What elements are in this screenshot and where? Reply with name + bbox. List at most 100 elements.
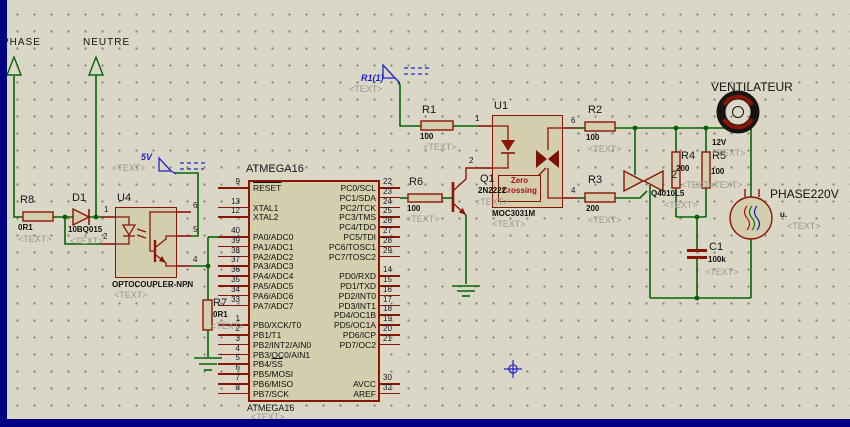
- net-label-r1-1[interactable]: R1(1): [361, 74, 384, 83]
- ref-r4[interactable]: R4: [681, 151, 695, 162]
- ref-q1[interactable]: Q1: [480, 174, 495, 185]
- atmega-pin-number-18: 18: [383, 304, 392, 314]
- text-placeholder-r6: <TEXT>: [406, 214, 440, 224]
- phase-terminal-label[interactable]: PHASE: [2, 38, 41, 48]
- text-placeholder-r8: <TEXT>: [18, 234, 52, 244]
- alternator-title[interactable]: PHASE220V: [770, 188, 839, 200]
- atmega-pin-number-22: 22: [383, 177, 392, 186]
- value-r8[interactable]: 0R1: [18, 224, 33, 232]
- value-u4[interactable]: OPTOCOUPLER-NPN: [112, 281, 193, 289]
- value-u1[interactable]: MOC3031M: [492, 210, 535, 218]
- atmega-pin-number-3: 3: [235, 333, 240, 343]
- origin-marker-icon: [504, 360, 522, 378]
- atmega-pin-number-16: 16: [383, 284, 392, 294]
- ref-r8[interactable]: R8: [20, 195, 34, 206]
- value-r1[interactable]: 100: [420, 133, 433, 141]
- capacitor-c1[interactable]: [687, 249, 707, 259]
- ref-c1[interactable]: C1: [709, 242, 723, 253]
- ref-r7[interactable]: R7: [213, 298, 227, 309]
- ref-r1[interactable]: R1: [422, 105, 436, 116]
- value-r2[interactable]: 100: [586, 134, 599, 142]
- atmega-pin-number-12: 12: [231, 206, 240, 216]
- text-placeholder-alt: <TEXT>: [787, 221, 821, 231]
- atmega-pin-number-35: 35: [231, 275, 240, 284]
- value-q1[interactable]: 2N2222: [478, 187, 506, 195]
- motor-symbol[interactable]: [716, 90, 760, 134]
- u1-pin-4: 4: [571, 186, 576, 195]
- text-placeholder-motor: <TEXT>: [712, 148, 746, 158]
- atmega-pin-number-34: 34: [231, 284, 240, 294]
- value-u2[interactable]: Q4010L5: [651, 190, 684, 198]
- text-placeholder-5v: <TEXT>: [112, 163, 146, 173]
- atmega-pin-number-29: 29: [383, 245, 392, 255]
- ref-r2[interactable]: R2: [588, 105, 602, 116]
- atmega-pin-number-14: 14: [383, 265, 392, 275]
- atmega-pin-number-17: 17: [383, 294, 392, 304]
- ref-d1[interactable]: D1: [72, 193, 86, 204]
- ref-r3[interactable]: R3: [588, 175, 602, 186]
- diode-d1[interactable]: [72, 207, 91, 227]
- value-r7[interactable]: 0R1: [213, 311, 228, 319]
- u4-pin-4: 4: [193, 255, 198, 264]
- atmega-pin-label-14: PD0/RXD: [339, 271, 376, 282]
- atmega-title[interactable]: ATMEGA16: [246, 164, 304, 175]
- u4-pin-1: 1: [104, 205, 109, 214]
- atmega-pin-number-13: 13: [231, 196, 240, 206]
- atmega-pin-label-15: PD1/TXD: [340, 281, 376, 291]
- transistor-q1[interactable]: [451, 167, 478, 216]
- text-placeholder-d1: <TEXT>: [70, 236, 104, 246]
- net-label-5v[interactable]: 5V: [141, 153, 152, 162]
- ref-r6[interactable]: R6: [409, 177, 423, 188]
- atmega-pin-label-32: AREF: [353, 388, 376, 399]
- atmega-pin-label-17: PD3/INT1: [338, 300, 376, 311]
- left-border-strip: [0, 0, 7, 427]
- text-placeholder-q1: <TEXT>: [475, 197, 509, 207]
- neutre-terminal-label[interactable]: NEUTRE: [83, 38, 130, 48]
- value-r6[interactable]: 100: [407, 205, 420, 213]
- schematic-sheet: 9 RESET 13 XTAL1 12 XTAL2 40 PA0/ADC0 39 PA1/ADC1…: [0, 0, 850, 427]
- atmega-pin-label-27: PC5/TDI: [343, 232, 376, 242]
- value-c1[interactable]: 100k: [708, 256, 726, 264]
- ref-u1[interactable]: U1: [494, 101, 508, 112]
- atmega-pin-number-26: 26: [383, 216, 392, 226]
- triac-u2[interactable]: [623, 169, 664, 193]
- atmega-pin-label-25: PC3/TMS: [339, 212, 376, 223]
- atmega-pin-label-30: AVCC: [353, 379, 376, 389]
- ref-u4[interactable]: U4: [117, 193, 131, 204]
- atmega-pin-label-4: PB3/OC0/AIN1: [253, 349, 311, 360]
- atmega-pin-number-15: 15: [383, 275, 392, 284]
- atmega-pin-number-21: 21: [383, 333, 392, 343]
- u4-pin-2: 2: [103, 232, 108, 241]
- atmega-pin-label-28: PC6/TOSC1: [328, 241, 376, 252]
- value-d1[interactable]: 10BQ015: [68, 226, 102, 234]
- atmega-pin-number-19: 19: [383, 314, 392, 324]
- motor-title[interactable]: VENTILATEUR: [711, 81, 793, 93]
- text-placeholder-r1: <TEXT>: [423, 142, 457, 152]
- value-r5[interactable]: 100: [711, 168, 724, 176]
- atmega-pin-number-38: 38: [231, 245, 240, 255]
- atmega-pin-number-7: 7: [235, 373, 240, 382]
- u1-pin-1: 1: [475, 114, 480, 123]
- atmega-pin-number-23: 23: [383, 186, 392, 196]
- text-placeholder-u2: <TEXT>: [664, 200, 698, 210]
- atmega-pin-label-37: PA3/ADC3: [253, 261, 294, 272]
- atmega-pin-number-9: 9: [235, 177, 240, 186]
- text-placeholder-u1: <TEXT>: [492, 219, 526, 229]
- atmega-pin-label-16: PD2/INT0: [338, 290, 376, 301]
- value-r4[interactable]: 200: [676, 165, 689, 173]
- text-placeholder-r3: <TEXT>: [588, 215, 622, 225]
- atmega-pin-number-39: 39: [231, 235, 240, 245]
- atmega-pin-label-23: PC1/SDA: [339, 192, 376, 203]
- value-r3[interactable]: 200: [586, 205, 599, 213]
- atmega-pin-number-28: 28: [383, 235, 392, 245]
- alternator-symbol[interactable]: [729, 189, 773, 240]
- text-placeholder-r5: <TEXT>: [709, 180, 743, 190]
- atmega-pin-number-32: 32: [383, 382, 392, 392]
- value-alt[interactable]: u.: [780, 211, 787, 219]
- atmega-pin-number-36: 36: [231, 265, 240, 275]
- atmega-pin-number-27: 27: [383, 226, 392, 235]
- atmega-pin-number-6: 6: [235, 363, 240, 373]
- terminal-arrow-icon[interactable]: [5, 55, 105, 76]
- power-terminal-icon[interactable]: [158, 63, 432, 175]
- value-motor[interactable]: 12V: [712, 139, 726, 147]
